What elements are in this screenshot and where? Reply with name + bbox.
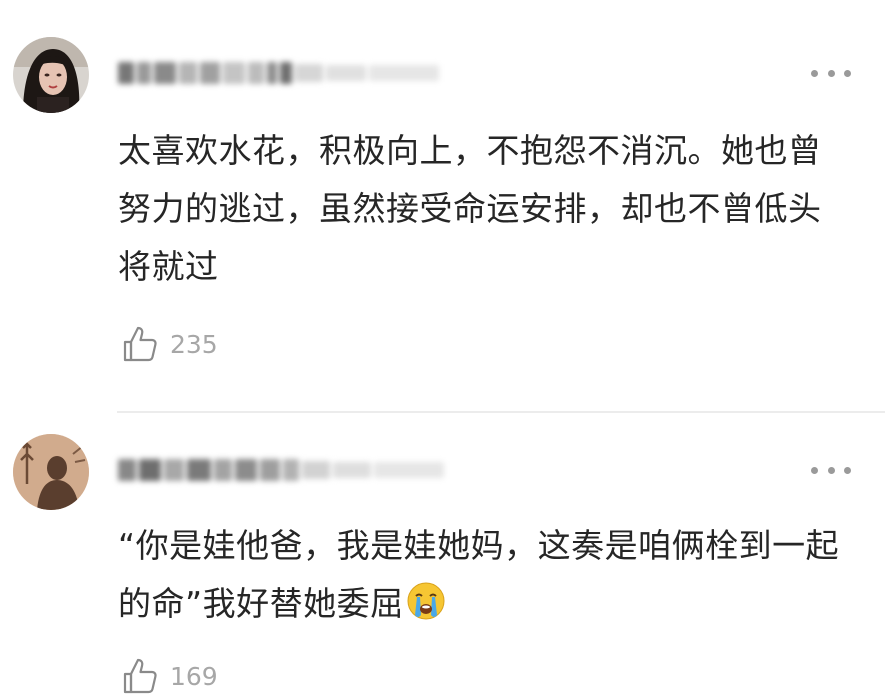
username-redacted[interactable] bbox=[118, 455, 444, 485]
comment-text: “你是娃他爸，我是娃她妈，这奏是咱俩栓到一起的命”我好替她委屈 bbox=[118, 517, 848, 639]
like-count: 169 bbox=[170, 661, 218, 691]
comment-text: 太喜欢水花，积极向上，不抱怨不消沉。她也曾努力的逃过，虽然接受命运安排，却也不曾… bbox=[118, 131, 822, 286]
comment-text-body: “你是娃他爸，我是娃她妈，这奏是咱俩栓到一起的命”我好替她委屈 bbox=[118, 526, 840, 623]
crying-face-emoji-icon bbox=[406, 581, 446, 639]
more-dots-icon bbox=[811, 466, 818, 474]
comment-divider bbox=[117, 411, 885, 413]
username-redacted[interactable] bbox=[118, 58, 439, 88]
more-options-button[interactable] bbox=[811, 460, 851, 480]
user-avatar[interactable] bbox=[13, 37, 89, 113]
like-button[interactable]: 235 bbox=[122, 324, 218, 364]
more-dots-icon bbox=[811, 69, 818, 77]
blurred-username bbox=[118, 459, 444, 481]
thumbs-up-icon bbox=[123, 658, 157, 694]
avatar-woman-photo-icon bbox=[13, 37, 89, 113]
thumbs-up-icon bbox=[123, 326, 157, 362]
like-count: 235 bbox=[170, 329, 218, 359]
user-avatar[interactable] bbox=[13, 434, 89, 510]
blurred-username bbox=[118, 62, 439, 84]
more-options-button[interactable] bbox=[811, 63, 851, 83]
avatar-silhouette-photo-icon bbox=[13, 434, 89, 510]
like-button[interactable]: 169 bbox=[122, 656, 218, 696]
